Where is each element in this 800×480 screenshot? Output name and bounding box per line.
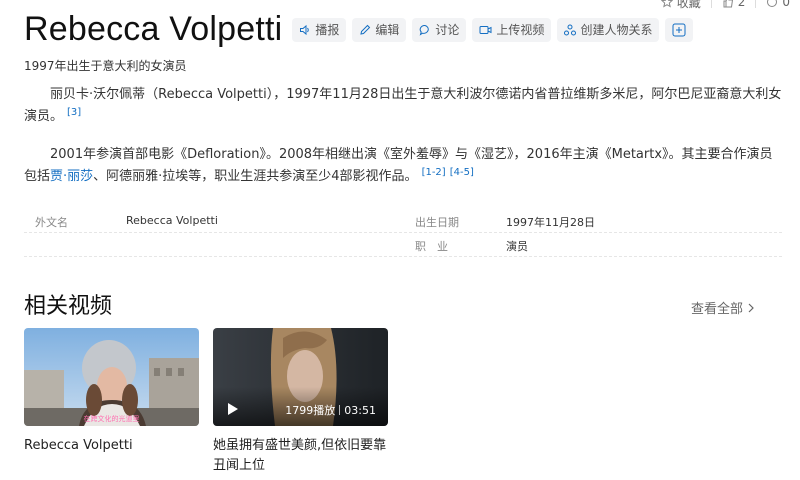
reference-link[interactable]: [4-5] [450, 167, 474, 178]
info-table: 外文名 Rebecca Volpetti 出生日期 1997年11月28日 职 … [24, 209, 782, 257]
video-caption-overlay: 在跨文化的光道里 [83, 415, 140, 423]
reference-link[interactable]: [1-2] [422, 167, 446, 178]
collect-button[interactable]: 收藏 [651, 0, 711, 10]
info-key: 出生日期 [415, 216, 459, 229]
chat-icon [420, 24, 430, 36]
broadcast-button[interactable]: 播报 [292, 17, 347, 42]
pencil-icon [360, 24, 371, 35]
view-all-label: 查看全部 [691, 302, 744, 317]
info-value: 1997年11月28日 [506, 216, 595, 229]
video-icon [479, 25, 492, 34]
video-duration: 03:51 [344, 403, 376, 417]
broadcast-label: 播报 [315, 23, 340, 37]
like-count: 2 [737, 0, 746, 9]
thumb-up-icon [723, 0, 733, 8]
title-row: Rebecca Volpetti 播报 编辑 讨论 上传视频 创建人物关系 [24, 10, 694, 49]
chevron-right-icon [748, 303, 754, 312]
discuss-label: 讨论 [435, 23, 460, 37]
relation-icon [564, 24, 577, 35]
video-meta: 1799播放 03:51 [285, 402, 376, 418]
video-title[interactable]: Rebecca Volpetti [24, 436, 199, 456]
career-text-after: 、阿德丽雅·拉埃等，职业生涯共参演至少4部影视作品。 [93, 169, 418, 184]
create-relation-label: 创建人物关系 [580, 23, 653, 37]
play-count: 1799播放 [285, 404, 336, 417]
video-title[interactable]: 她虽拥有盛世美颜,但依旧要靠丑闻上位 [213, 436, 388, 476]
upload-video-label: 上传视频 [496, 23, 545, 37]
view-all-link[interactable]: 查看全部 [691, 298, 755, 317]
intro-paragraph: 丽贝卡·沃尔佩蒂（Rebecca Volpetti），1997年11月28日出生… [24, 84, 782, 128]
info-row: 外文名 Rebecca Volpetti 出生日期 1997年11月28日 [24, 209, 782, 233]
video-card[interactable]: 在跨文化的光道里 Rebecca Volpetti [24, 328, 199, 456]
play-icon[interactable] [227, 402, 239, 416]
action-bar: 播报 编辑 讨论 上传视频 创建人物关系 [292, 17, 694, 42]
page-subtitle: 1997年出生于意大利的女演员 [24, 59, 187, 73]
add-button[interactable] [665, 17, 694, 42]
reference-link[interactable]: [3] [67, 107, 81, 118]
speaker-icon [300, 24, 310, 35]
info-value: Rebecca Volpetti [126, 214, 218, 227]
like-button[interactable]: 2 [712, 0, 756, 10]
section-title: 相关视频 [24, 294, 113, 319]
career-paragraph: 2001年参演首部电影《Defloration》。2008年相继出演《室外羞辱》… [24, 144, 782, 188]
video-card[interactable]: 1799播放 03:51 她虽拥有盛世美颜,但依旧要靠丑闻上位 [213, 328, 388, 476]
info-key: 职 业 [415, 240, 448, 253]
video-thumbnail[interactable]: 1799播放 03:51 [213, 328, 388, 426]
info-row: 职 业 演员 [24, 233, 782, 257]
share-count: 0 [782, 0, 790, 9]
actor-link[interactable]: 贾·丽莎 [50, 169, 93, 184]
edit-label: 编辑 [375, 23, 400, 37]
page-title: Rebecca Volpetti [24, 10, 283, 48]
discuss-button[interactable]: 讨论 [412, 17, 467, 42]
info-key: 外文名 [35, 216, 68, 229]
create-relation-button[interactable]: 创建人物关系 [557, 17, 660, 42]
edit-button[interactable]: 编辑 [352, 17, 407, 42]
collect-label: 收藏 [676, 0, 701, 10]
upload-video-button[interactable]: 上传视频 [472, 17, 552, 42]
intro-text: 丽贝卡·沃尔佩蒂（Rebecca Volpetti），1997年11月28日出生… [24, 87, 782, 124]
top-toolbar: 收藏 2 0 [651, 0, 800, 10]
video-thumbnail[interactable]: 在跨文化的光道里 [24, 328, 199, 426]
plus-square-icon [672, 23, 686, 36]
star-icon [660, 0, 673, 8]
share-icon [767, 0, 778, 7]
share-button[interactable]: 0 [756, 0, 800, 10]
info-value: 演员 [506, 240, 528, 253]
